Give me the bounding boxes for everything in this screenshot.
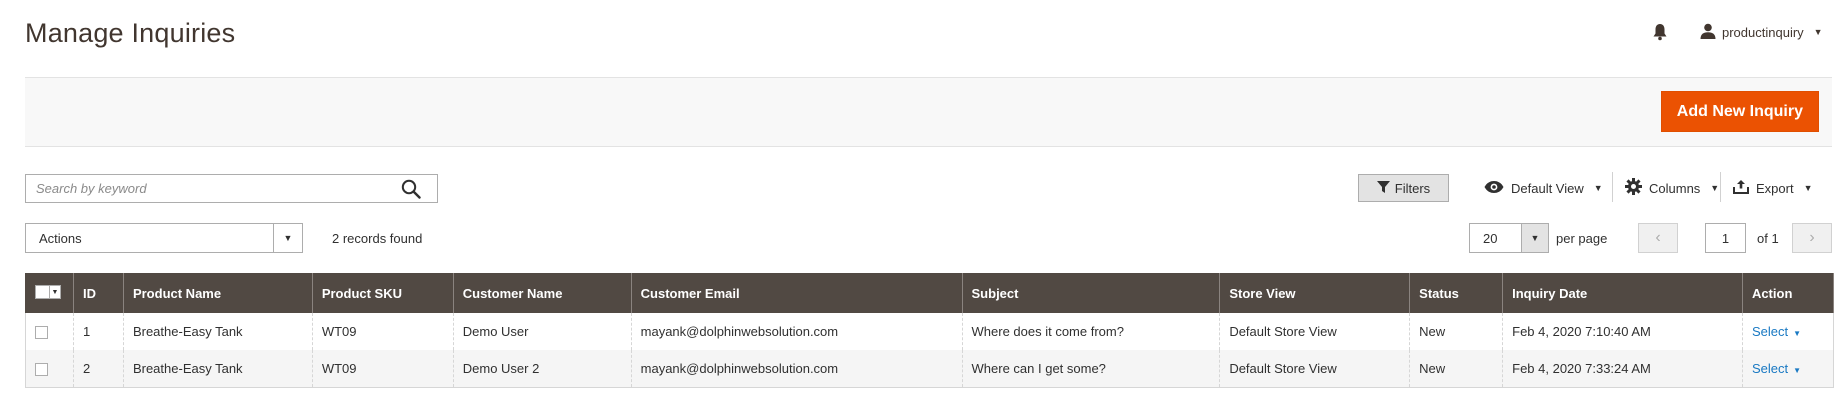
cell-customer-name: Demo User 2 — [452, 350, 632, 388]
current-page-input[interactable] — [1705, 223, 1746, 253]
chevron-down-icon: ▼ — [273, 224, 302, 252]
table-row: 2 Breathe-Easy Tank WT09 Demo User 2 may… — [25, 350, 1835, 388]
records-count: 2 records found — [332, 231, 423, 246]
mass-actions-select[interactable]: Actions ▼ — [25, 223, 303, 253]
per-page-value: 20 — [1483, 230, 1498, 246]
cell-customer-email: mayank@dolphinwebsolution.com — [630, 350, 963, 388]
chevron-down-icon: ▼ — [49, 286, 60, 298]
filter-icon — [1376, 180, 1390, 196]
bell-icon[interactable] — [1652, 23, 1668, 41]
column-header-product-sku[interactable]: Product SKU — [311, 273, 454, 313]
column-header-status[interactable]: Status — [1409, 273, 1504, 313]
per-page-label: per page — [1556, 231, 1608, 246]
mass-select-header[interactable]: ▼ — [25, 273, 74, 313]
chevron-down-icon: ▼ — [1793, 365, 1801, 375]
chevron-down-icon: ▼ — [1521, 224, 1548, 252]
cell-product-name: Breathe-Easy Tank — [122, 350, 313, 388]
mass-select-checkbox[interactable]: ▼ — [35, 285, 61, 299]
previous-page-button[interactable]: ‹ — [1638, 223, 1678, 253]
columns-label: Columns — [1649, 180, 1701, 196]
cell-subject: Where can I get some? — [961, 350, 1221, 388]
column-header-customer-email[interactable]: Customer Email — [630, 273, 963, 313]
column-header-inquiry-date[interactable]: Inquiry Date — [1502, 273, 1743, 313]
cell-store-view: Default Store View — [1219, 313, 1411, 350]
row-checkbox[interactable] — [35, 326, 48, 340]
chevron-down-icon: ▼ — [1813, 27, 1823, 37]
add-new-inquiry-button[interactable]: Add New Inquiry — [1660, 91, 1819, 132]
default-view-label: Default View — [1511, 180, 1584, 196]
toolbar-divider — [1720, 172, 1721, 202]
row-action-select[interactable]: Select ▼ — [1752, 361, 1801, 376]
next-page-button[interactable]: › — [1792, 223, 1832, 253]
row-action-label: Select — [1751, 324, 1789, 339]
row-action-select[interactable]: Select ▼ — [1752, 324, 1801, 339]
export-icon — [1733, 179, 1749, 197]
user-icon — [1700, 23, 1716, 42]
column-header-action: Action — [1741, 273, 1835, 313]
filters-label: Filters — [1394, 180, 1431, 196]
filters-button[interactable]: Filters — [1358, 174, 1449, 202]
cell-sku: WT09 — [311, 313, 454, 350]
toolbar-divider — [1612, 172, 1613, 202]
cell-inquiry-date: Feb 4, 2020 7:10:40 AM — [1502, 313, 1743, 350]
row-action-label: Select — [1751, 360, 1789, 376]
grid-header-row: ▼ ID Product Name Product SKU Customer N… — [25, 273, 1835, 313]
chevron-down-icon: ▼ — [1793, 329, 1801, 338]
per-page-select[interactable]: 20 ▼ — [1469, 223, 1549, 253]
export-dropdown[interactable]: Export ▼ — [1733, 178, 1813, 198]
export-label: Export — [1756, 180, 1794, 196]
default-view-dropdown[interactable]: Default View ▼ — [1484, 178, 1603, 198]
cell-status: New — [1409, 350, 1504, 388]
table-row: 1 Breathe-Easy Tank WT09 Demo User mayan… — [25, 313, 1835, 350]
mass-actions-label: Actions — [39, 230, 82, 246]
chevron-left-icon: ‹ — [1655, 229, 1661, 246]
gear-icon — [1625, 178, 1642, 198]
column-header-product-name[interactable]: Product Name — [122, 273, 313, 313]
page-actions-bar: Add New Inquiry — [25, 77, 1832, 147]
cell-product-name: Breathe-Easy Tank — [122, 313, 313, 350]
chevron-right-icon: › — [1809, 229, 1815, 246]
cell-customer-email: mayank@dolphinwebsolution.com — [630, 313, 963, 350]
cell-customer-name: Demo User — [452, 313, 632, 350]
columns-dropdown[interactable]: Columns ▼ — [1625, 178, 1719, 198]
column-header-store-view[interactable]: Store View — [1219, 273, 1411, 313]
cell-store-view: Default Store View — [1219, 350, 1411, 388]
cell-id: 2 — [72, 350, 124, 388]
row-checkbox[interactable] — [35, 362, 48, 376]
user-account-menu[interactable]: productinquiry ▼ — [1700, 22, 1823, 42]
column-header-customer-name[interactable]: Customer Name — [452, 273, 632, 313]
cell-inquiry-date: Feb 4, 2020 7:33:24 AM — [1502, 350, 1743, 388]
eye-icon — [1484, 180, 1504, 196]
cell-id: 1 — [72, 313, 124, 350]
cell-subject: Where does it come from? — [961, 313, 1221, 350]
keyword-search — [25, 174, 438, 203]
inquiries-grid: ▼ ID Product Name Product SKU Customer N… — [25, 273, 1835, 388]
column-header-subject[interactable]: Subject — [961, 273, 1221, 313]
column-header-id[interactable]: ID — [72, 273, 124, 313]
chevron-down-icon: ▼ — [1803, 183, 1813, 193]
total-pages-label: of 1 — [1757, 231, 1779, 246]
chevron-down-icon: ▼ — [1593, 183, 1603, 193]
search-input[interactable] — [26, 175, 386, 202]
search-icon[interactable] — [401, 179, 421, 199]
page-title: Manage Inquiries — [25, 18, 236, 48]
chevron-down-icon: ▼ — [1710, 183, 1720, 193]
user-name: productinquiry — [1722, 24, 1804, 40]
cell-status: New — [1409, 313, 1504, 350]
cell-sku: WT09 — [311, 350, 454, 388]
